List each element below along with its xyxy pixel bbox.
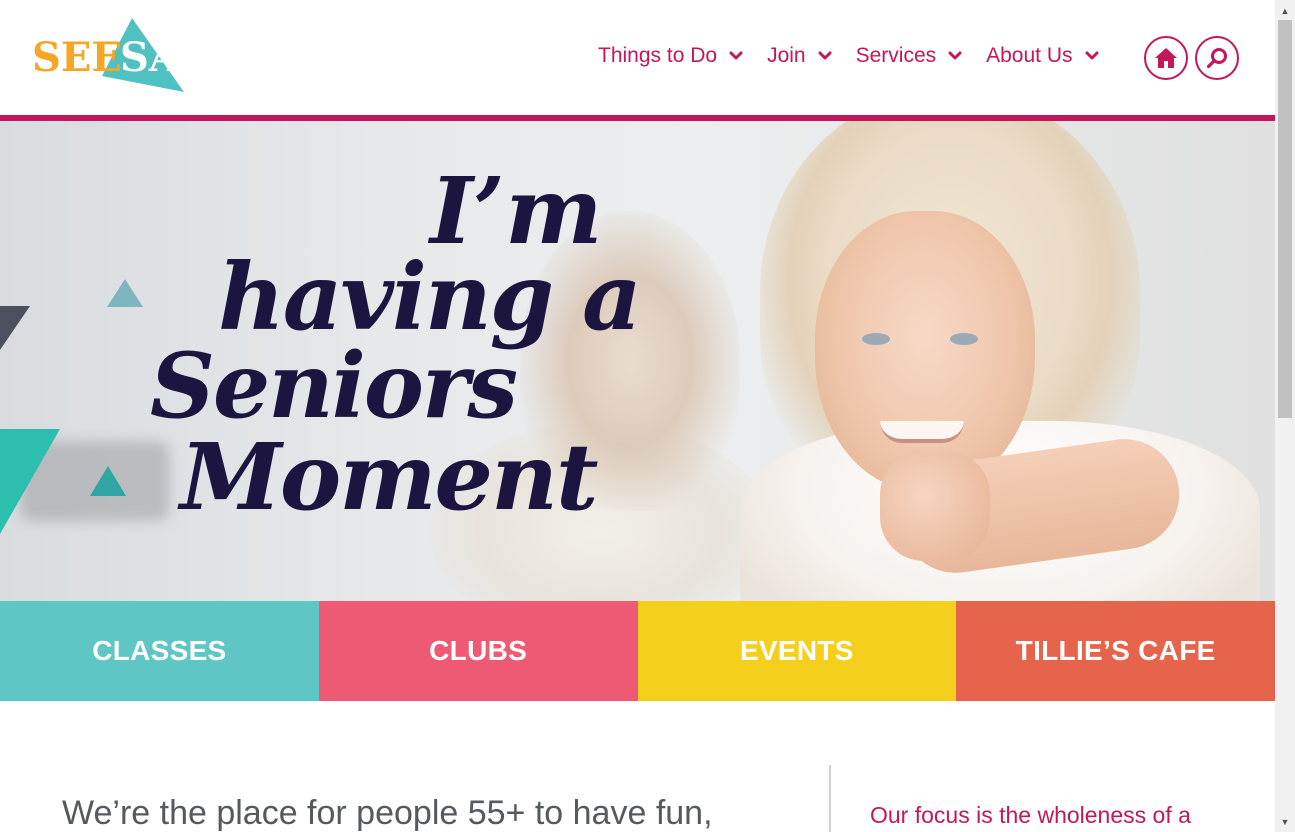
tile-events[interactable]: EVENTS [637,601,957,701]
chevron-down-icon [1085,51,1099,60]
hero-woman-eye [862,333,890,345]
tile-classes[interactable]: CLASSES [0,601,319,701]
logo-sa-text: SA [120,34,181,81]
tile-tillies-cafe[interactable]: TILLIE’S CAFE [956,601,1275,701]
intro-text: We’re the place for people 55+ to have f… [62,794,713,832]
page-scrollbar[interactable]: ▲ ▼ [1275,0,1295,832]
scroll-thumb[interactable] [1278,20,1292,418]
hero-woman-eye [950,333,978,345]
chevron-down-icon [948,51,962,60]
content-divider [829,765,831,832]
hero-woman-fist [880,451,990,561]
nav-things-to-do[interactable]: Things to Do [598,44,743,68]
logo-see-text: SEE [32,34,122,81]
main-nav: Things to Do Join Services About Us [598,40,1123,72]
hero-woman-smile [880,421,964,443]
focus-text: Our focus is the wholeness of a [870,802,1191,828]
category-tiles: CLASSES CLUBS EVENTS TILLIE’S CAFE [0,601,1275,701]
hero-banner: I’m having a Seniors Moment [0,121,1275,601]
nav-services[interactable]: Services [856,44,963,68]
decorative-triangle [90,466,126,496]
nav-join[interactable]: Join [767,44,832,68]
search-button[interactable] [1195,36,1239,80]
hero-headline-line-2: having a [218,243,642,351]
home-button[interactable] [1144,36,1188,80]
hero-headline-line-3: Seniors [150,333,518,439]
nav-join-label: Join [767,44,806,67]
nav-things-to-do-label: Things to Do [598,44,718,67]
tile-clubs[interactable]: CLUBS [318,601,638,701]
scroll-up-arrow-icon[interactable]: ▲ [1275,2,1295,19]
scroll-down-arrow-icon[interactable]: ▼ [1275,813,1295,830]
decorative-triangle [0,306,30,350]
decorative-triangle [107,279,143,307]
seesa-logo[interactable]: SEE SA [32,16,187,94]
search-icon [1206,48,1227,69]
nav-services-label: Services [855,44,937,67]
chevron-down-icon [729,51,743,60]
nav-about-us-label: About Us [986,44,1073,67]
site-header: SEE SA Things to Do Join Services About … [0,0,1275,115]
nav-about-us[interactable]: About Us [986,44,1099,68]
hero-woman-face [815,211,1035,491]
home-icon [1155,48,1177,68]
chevron-down-icon [818,51,832,60]
decorative-triangle [0,429,60,534]
hero-headline-line-4: Moment [180,423,598,531]
